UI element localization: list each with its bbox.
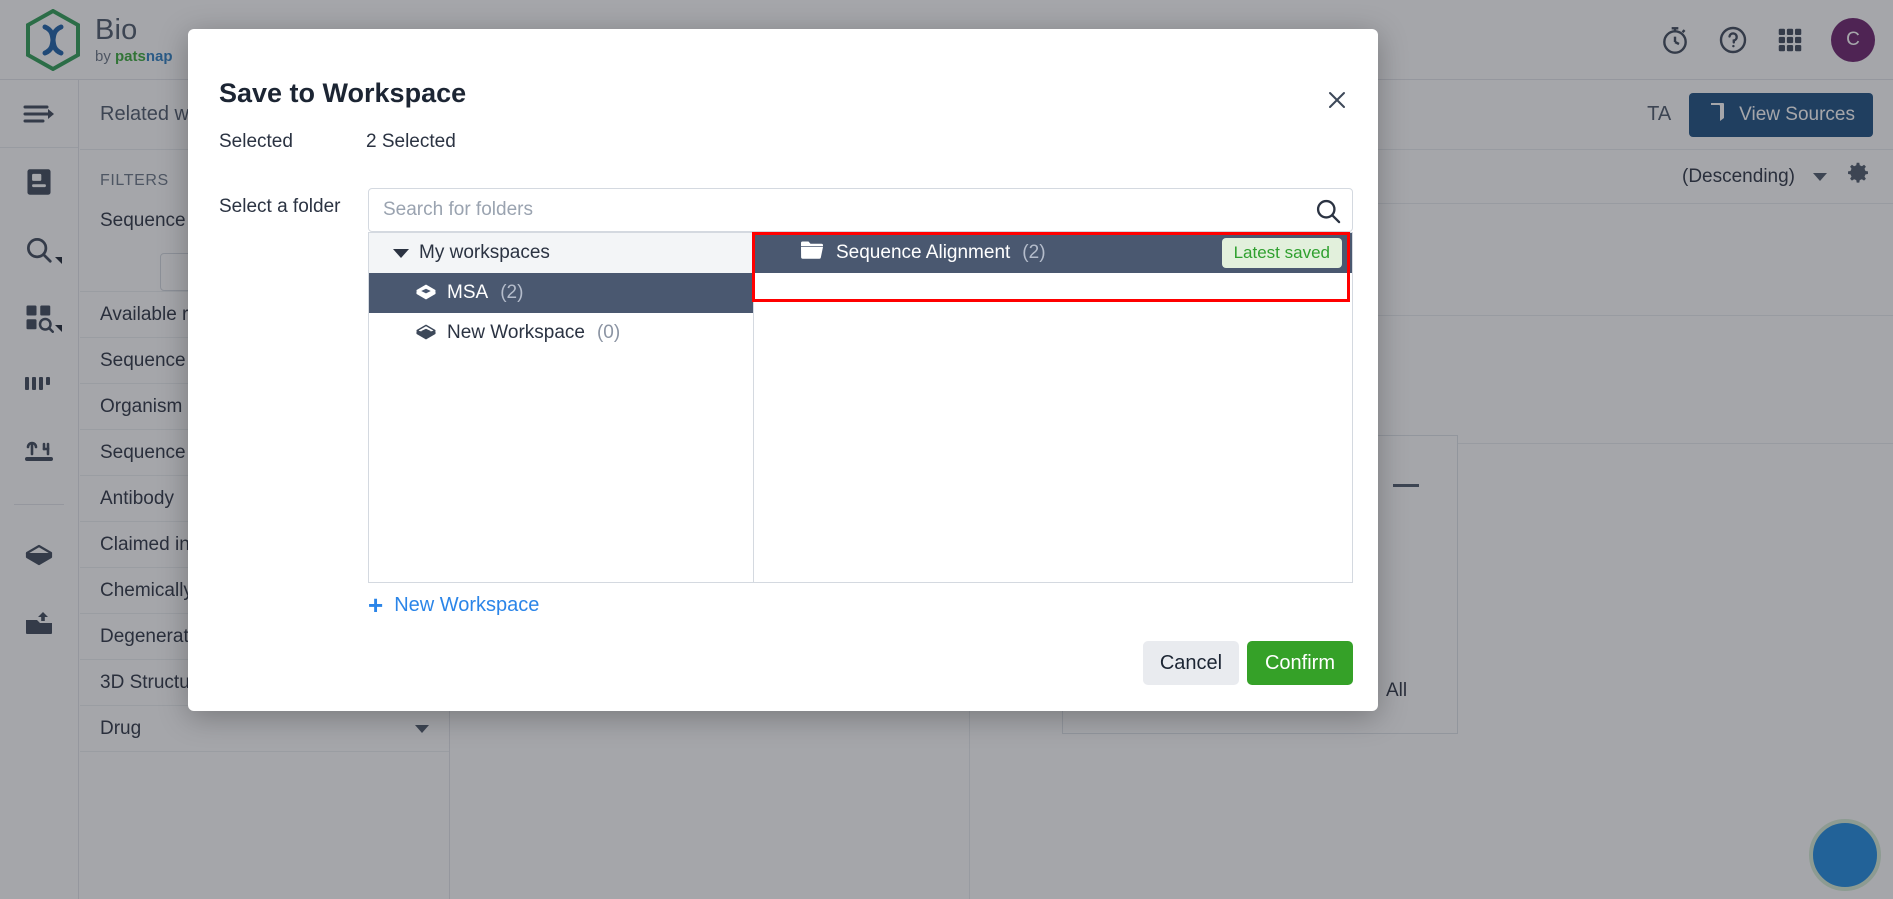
- workspace-tree-pane: My workspaces MSA (2) New Workspace (0): [369, 233, 754, 582]
- folder-icon: [800, 240, 824, 266]
- tree-item-label: MSA: [447, 282, 489, 303]
- tree-item-label: New Workspace: [447, 322, 585, 343]
- dialog-title: Save to Workspace: [219, 78, 467, 108]
- status-badge: Latest saved: [1221, 238, 1342, 268]
- search-icon[interactable]: [1314, 197, 1342, 225]
- select-folder-label: Select a folder: [219, 196, 341, 217]
- tree-item-msa[interactable]: MSA (2): [369, 273, 753, 313]
- tree-item-count: (2): [500, 282, 524, 303]
- workspace-icon: [415, 282, 437, 304]
- folder-search-field[interactable]: [368, 188, 1353, 232]
- tree-item-new-workspace[interactable]: New Workspace (0): [369, 313, 753, 353]
- search-input[interactable]: [369, 189, 1299, 231]
- workspace-icon: [415, 322, 437, 344]
- tree-root-label: My workspaces: [419, 242, 550, 263]
- selected-count-value: 2 Selected: [366, 131, 456, 152]
- tree-root-my-workspaces[interactable]: My workspaces: [369, 233, 753, 273]
- folder-item-label: Sequence Alignment: [836, 242, 1011, 263]
- new-workspace-label: New Workspace: [394, 593, 540, 616]
- folder-browser: My workspaces MSA (2) New Workspace (0) …: [368, 232, 1353, 583]
- save-to-workspace-dialog: Save to Workspace Selected 2 Selected Se…: [188, 29, 1378, 711]
- folder-item-sequence-alignment[interactable]: Sequence Alignment (2) Latest saved: [754, 233, 1352, 273]
- close-icon[interactable]: [1322, 85, 1352, 115]
- new-workspace-link[interactable]: + New Workspace: [368, 592, 539, 618]
- folder-list-pane: Sequence Alignment (2) Latest saved: [754, 233, 1352, 582]
- confirm-button[interactable]: Confirm: [1247, 641, 1353, 685]
- chevron-down-icon[interactable]: [393, 248, 409, 258]
- plus-icon: +: [368, 590, 384, 620]
- folder-item-count: (2): [1022, 242, 1046, 263]
- cancel-button[interactable]: Cancel: [1143, 641, 1239, 685]
- selected-label: Selected: [219, 131, 293, 152]
- tree-item-count: (0): [596, 322, 621, 343]
